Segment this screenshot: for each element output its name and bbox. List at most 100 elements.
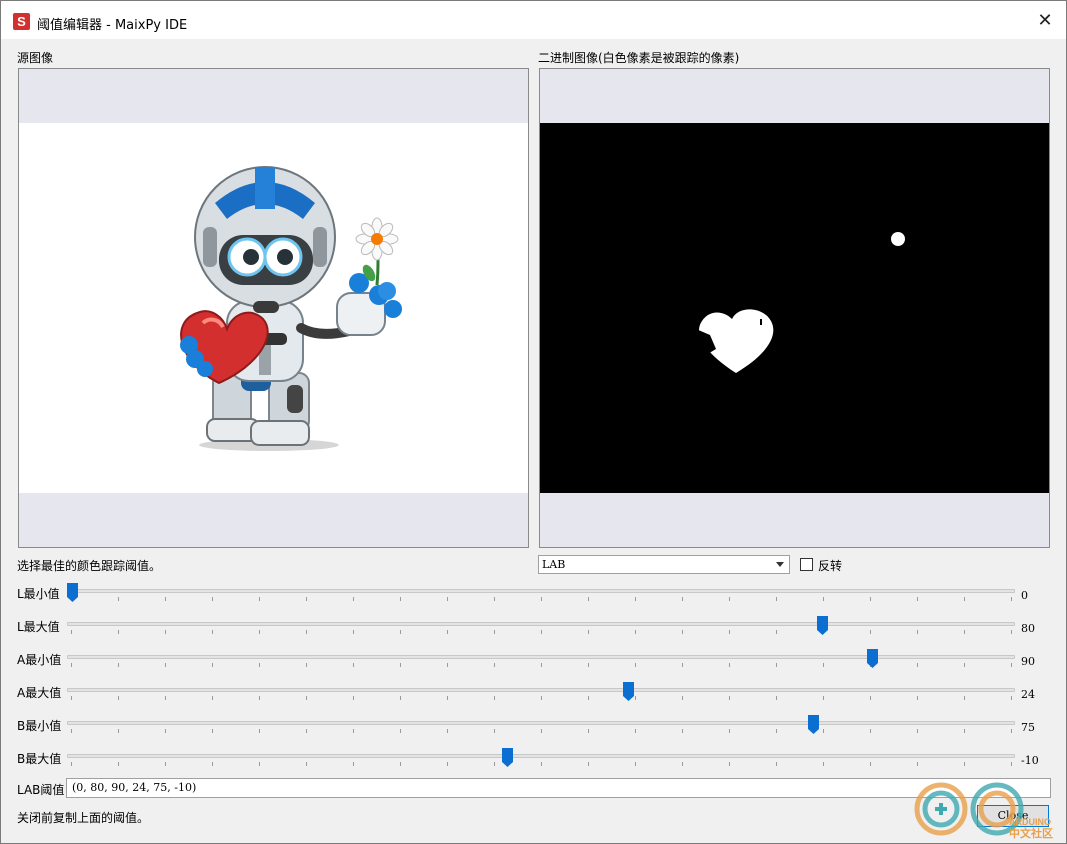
slider-tick bbox=[118, 663, 119, 667]
slider-tick bbox=[635, 729, 636, 733]
slider-tick bbox=[588, 663, 589, 667]
slider-groove[interactable] bbox=[67, 688, 1015, 692]
slider-tick bbox=[870, 696, 871, 700]
slider-tick bbox=[165, 696, 166, 700]
threshold-hint: 选择最佳的颜色跟踪阈值。 bbox=[17, 559, 162, 573]
slider-tick bbox=[306, 729, 307, 733]
slider-tick bbox=[306, 630, 307, 634]
slider-tick bbox=[71, 729, 72, 733]
close-window-icon[interactable]: ✕ bbox=[1034, 10, 1056, 32]
slider-groove[interactable] bbox=[67, 589, 1015, 593]
slider-tick bbox=[259, 729, 260, 733]
slider-handle[interactable] bbox=[808, 715, 820, 734]
slider-tick bbox=[964, 696, 965, 700]
binary-image bbox=[540, 123, 1049, 493]
invert-label: 反转 bbox=[818, 559, 843, 573]
copy-hint: 关闭前复制上面的阈值。 bbox=[17, 811, 150, 825]
slider-tick bbox=[776, 597, 777, 601]
slider-value: 0 bbox=[1021, 589, 1028, 602]
lab-threshold-field[interactable]: (0, 80, 90, 24, 75, -10) bbox=[66, 778, 1051, 798]
slider-handle[interactable] bbox=[816, 616, 828, 635]
slider-tick bbox=[682, 696, 683, 700]
slider-row-l-min: L最小值 0 bbox=[1, 583, 1067, 618]
slider-tick bbox=[165, 630, 166, 634]
slider-tick bbox=[588, 630, 589, 634]
slider-tick bbox=[212, 696, 213, 700]
slider-tick bbox=[776, 762, 777, 766]
invert-checkbox[interactable] bbox=[800, 558, 813, 571]
slider-tick bbox=[1011, 597, 1012, 601]
slider-tick bbox=[588, 762, 589, 766]
slider-tick bbox=[541, 663, 542, 667]
slider-tick bbox=[635, 762, 636, 766]
slider-ticks bbox=[67, 630, 1015, 634]
close-button[interactable]: Close bbox=[977, 805, 1049, 827]
slider-tick bbox=[541, 762, 542, 766]
slider-groove[interactable] bbox=[67, 754, 1015, 758]
source-image bbox=[19, 123, 528, 493]
slider-label: B最大值 bbox=[17, 752, 62, 766]
slider-tick bbox=[729, 696, 730, 700]
slider-tick bbox=[635, 663, 636, 667]
slider-tick bbox=[541, 729, 542, 733]
slider-ticks bbox=[67, 762, 1015, 766]
slider-tick bbox=[165, 597, 166, 601]
slider-ticks bbox=[67, 729, 1015, 733]
slider-tick bbox=[494, 762, 495, 766]
slider-tick bbox=[400, 663, 401, 667]
slider-tick bbox=[541, 630, 542, 634]
slider-tick bbox=[1011, 663, 1012, 667]
slider-groove[interactable] bbox=[67, 721, 1015, 725]
slider-tick bbox=[823, 597, 824, 601]
slider-tick bbox=[964, 663, 965, 667]
slider-tick bbox=[682, 729, 683, 733]
slider-tick bbox=[776, 663, 777, 667]
slider-label: A最大值 bbox=[17, 686, 62, 700]
slider-tick bbox=[541, 696, 542, 700]
slider-tick bbox=[494, 597, 495, 601]
slider-tick bbox=[118, 696, 119, 700]
slider-tick bbox=[776, 729, 777, 733]
slider-value: 24 bbox=[1021, 688, 1035, 701]
slider-tick bbox=[729, 762, 730, 766]
slider-tick bbox=[353, 663, 354, 667]
lab-threshold-label: LAB阈值 bbox=[17, 783, 65, 797]
slider-tick bbox=[212, 597, 213, 601]
slider-tick bbox=[823, 762, 824, 766]
slider-label: A最小值 bbox=[17, 653, 62, 667]
slider-tick bbox=[259, 597, 260, 601]
slider-tick bbox=[541, 597, 542, 601]
slider-tick bbox=[259, 663, 260, 667]
slider-tick bbox=[447, 630, 448, 634]
slider-tick bbox=[259, 630, 260, 634]
slider-handle[interactable] bbox=[67, 583, 78, 602]
slider-groove[interactable] bbox=[67, 622, 1015, 626]
slider-tick bbox=[823, 663, 824, 667]
slider-tick bbox=[353, 630, 354, 634]
slider-tick bbox=[682, 630, 683, 634]
slider-handle[interactable] bbox=[866, 649, 878, 668]
slider-tick bbox=[917, 597, 918, 601]
slider-tick bbox=[353, 762, 354, 766]
slider-tick bbox=[71, 696, 72, 700]
slider-tick bbox=[118, 630, 119, 634]
slider-handle[interactable] bbox=[623, 682, 635, 701]
slider-tick bbox=[1011, 762, 1012, 766]
slider-handle[interactable] bbox=[501, 748, 513, 767]
source-image-label: 源图像 bbox=[17, 51, 54, 65]
slider-tick bbox=[447, 663, 448, 667]
slider-row-a-max: A最大值 24 bbox=[1, 682, 1067, 717]
slider-tick bbox=[306, 663, 307, 667]
color-space-value: LAB bbox=[542, 558, 566, 571]
slider-tick bbox=[400, 597, 401, 601]
binary-image-label: 二进制图像(白色像素是被跟踪的像素) bbox=[538, 51, 740, 65]
slider-tick bbox=[259, 762, 260, 766]
color-space-select[interactable]: LAB bbox=[538, 555, 790, 574]
binary-image-frame bbox=[539, 68, 1050, 548]
slider-tick bbox=[306, 696, 307, 700]
slider-tick bbox=[729, 597, 730, 601]
robot-illustration bbox=[180, 166, 402, 451]
slider-value: 75 bbox=[1021, 721, 1035, 734]
slider-label: L最大值 bbox=[17, 620, 60, 634]
slider-tick bbox=[964, 630, 965, 634]
